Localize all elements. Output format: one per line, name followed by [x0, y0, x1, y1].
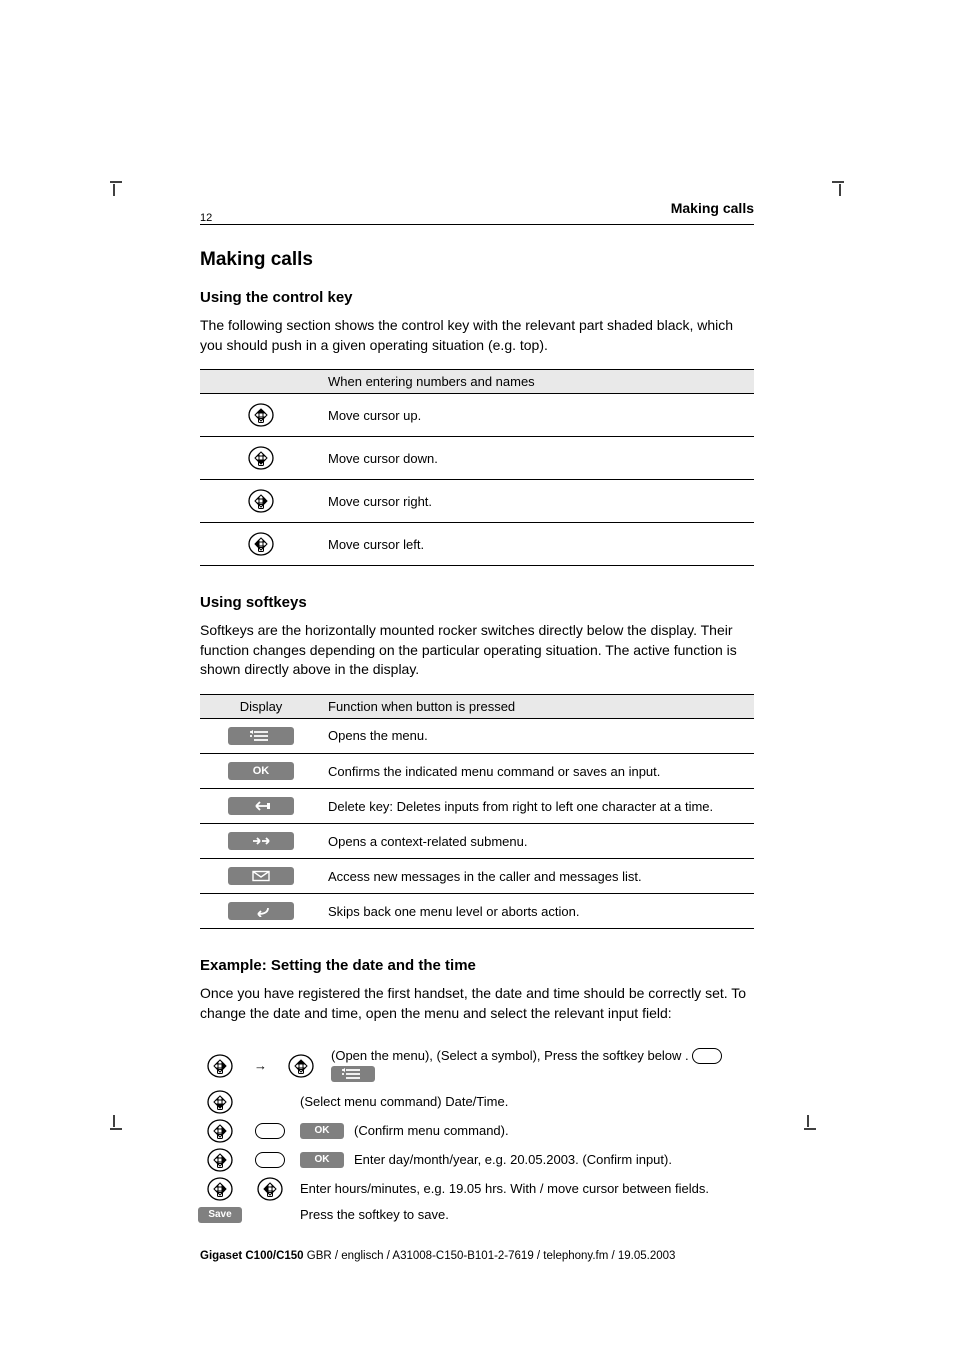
- table-row: Opens a context-related submenu.: [200, 824, 754, 859]
- step-row: Save Press the softkey to save.: [200, 1205, 754, 1225]
- print-corner: [110, 1111, 150, 1151]
- control-key-d-icon: [248, 445, 274, 471]
- step-row: Enter hours/minutes, e.g. 19.05 hrs. Wit…: [200, 1176, 754, 1202]
- table-row: Delete key: Deletes inputs from right to…: [200, 789, 754, 824]
- step-text: (Open the menu), (Select a symbol), Pres…: [331, 1046, 754, 1086]
- step-text: Enter hours/minutes, e.g. 19.05 hrs. Wit…: [300, 1179, 754, 1199]
- control-key-l-icon: [248, 531, 274, 557]
- control-key-u-icon: [248, 402, 274, 428]
- table-row: Move cursor right.: [200, 480, 754, 523]
- control-key-r-icon: [207, 1118, 233, 1144]
- cell-text: Confirms the indicated menu command or s…: [322, 753, 754, 789]
- mail-softkey-icon: [228, 867, 294, 885]
- back-softkey-icon: [228, 797, 294, 815]
- ok-softkey-icon: OK: [300, 1123, 344, 1139]
- save-softkey-icon: Save: [198, 1207, 242, 1223]
- table-row: Skips back one menu level or aborts acti…: [200, 894, 754, 929]
- softkey-button-icon: [255, 1152, 285, 1168]
- paragraph: The following section shows the control …: [200, 316, 754, 355]
- paragraph: Once you have registered the first hands…: [200, 984, 754, 1023]
- control-key-r-icon: [207, 1053, 233, 1079]
- page-title: Making calls: [200, 249, 754, 271]
- softkey-button-icon: [692, 1048, 722, 1064]
- section-heading: Using the control key: [200, 289, 754, 306]
- step-row: OK (Confirm menu command).: [200, 1118, 754, 1144]
- step-row: → (Open the menu), (Select a symbol), Pr…: [200, 1046, 754, 1086]
- cell-text: Opens a context-related submenu.: [322, 824, 754, 859]
- page-number: 12: [200, 212, 212, 224]
- cell-text: Move cursor down.: [322, 437, 754, 480]
- col-header: When entering numbers and names: [322, 370, 754, 394]
- control-key-u-icon: [288, 1053, 314, 1079]
- return-softkey-icon: [228, 902, 294, 920]
- step-text: Press the softkey to save.: [300, 1205, 754, 1225]
- softkey-button-icon: [255, 1123, 285, 1139]
- print-corner: [804, 1111, 844, 1151]
- control-key-r-icon: [207, 1147, 233, 1173]
- footer-caption: Gigaset C100/C150 GBR / englisch / A3100…: [200, 1249, 754, 1265]
- step-text: (Confirm menu command).: [354, 1121, 754, 1141]
- table-row: Opens the menu.: [200, 718, 754, 753]
- ok-softkey-icon: OK: [228, 762, 294, 780]
- col-header: Function when button is pressed: [322, 694, 754, 718]
- control-key-r-icon: [248, 488, 274, 514]
- cell-text: Move cursor left.: [322, 523, 754, 566]
- menu-softkey-icon: [228, 727, 294, 745]
- cell-text: Opens the menu.: [322, 718, 754, 753]
- step-text: (Select menu command) Date/Time.: [300, 1092, 754, 1112]
- cell-text: Skips back one menu level or aborts acti…: [322, 894, 754, 929]
- col-header: Display: [200, 694, 322, 718]
- softkey-table: Display Function when button is pressed …: [200, 694, 754, 930]
- running-head: Making calls: [671, 200, 754, 216]
- section-heading: Example: Setting the date and the time: [200, 957, 754, 974]
- cell-text: Delete key: Deletes inputs from right to…: [322, 789, 754, 824]
- table-row: OK Confirms the indicated menu command or…: [200, 753, 754, 789]
- print-corner: [804, 160, 844, 200]
- fwd-softkey-icon: [228, 832, 294, 850]
- print-corner: [110, 160, 150, 200]
- menu-softkey-icon: [331, 1066, 375, 1082]
- col-header: [200, 370, 322, 394]
- step-row: (Select menu command) Date/Time.: [200, 1089, 754, 1115]
- step-row: OK Enter day/month/year, e.g. 20.05.2003.…: [200, 1147, 754, 1173]
- control-key-l-icon: [257, 1176, 283, 1202]
- control-key-d-icon: [207, 1089, 233, 1115]
- table-row: Access new messages in the caller and me…: [200, 859, 754, 894]
- table-row: Move cursor up.: [200, 394, 754, 437]
- ok-softkey-icon: OK: [300, 1152, 344, 1168]
- section-heading: Using softkeys: [200, 594, 754, 611]
- cell-text: Move cursor up.: [322, 394, 754, 437]
- table-row: Move cursor left.: [200, 523, 754, 566]
- paragraph: Softkeys are the horizontally mounted ro…: [200, 621, 754, 680]
- control-key-r-icon: [207, 1176, 233, 1202]
- step-text: Enter day/month/year, e.g. 20.05.2003. (…: [354, 1150, 754, 1170]
- table-row: Move cursor down.: [200, 437, 754, 480]
- step-sequence: → (Open the menu), (Select a symbol), Pr…: [200, 1046, 754, 1225]
- control-key-table: When entering numbers and names Move cur…: [200, 369, 754, 566]
- cell-text: Access new messages in the caller and me…: [322, 859, 754, 894]
- cell-text: Move cursor right.: [322, 480, 754, 523]
